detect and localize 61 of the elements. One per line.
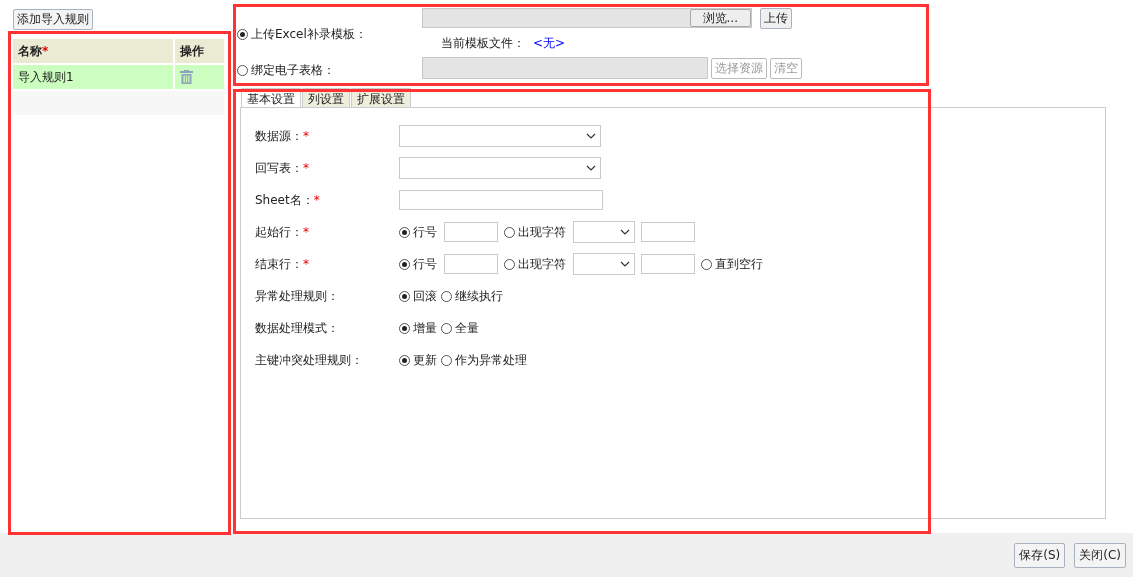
chevron-down-icon: [586, 133, 596, 139]
input-field[interactable]: [641, 222, 695, 242]
chevron-down-icon: [620, 261, 630, 267]
radio-label: 作为异常处理: [455, 351, 527, 369]
radio-button[interactable]: [701, 258, 712, 270]
input-field[interactable]: [444, 254, 498, 274]
field-label: 结束行：: [255, 256, 303, 271]
input-field[interactable]: [399, 190, 603, 210]
radio-button[interactable]: [504, 258, 515, 270]
resource-field[interactable]: [422, 57, 708, 79]
footer-button[interactable]: 关闭(C): [1074, 542, 1126, 568]
radio-button[interactable]: [399, 354, 410, 366]
required-mark: *: [303, 160, 309, 175]
radio-button[interactable]: [399, 258, 410, 270]
radio-button[interactable]: [441, 354, 452, 366]
table-cell[interactable]: 导入规则1: [13, 65, 175, 89]
input-field[interactable]: [641, 254, 695, 274]
required-mark: *: [303, 128, 309, 143]
browse-button[interactable]: 浏览...: [689, 9, 751, 27]
radio-label: 绑定电子表格：: [251, 62, 335, 79]
file-link[interactable]: <无>: [533, 34, 566, 52]
radio-label: 更新: [413, 351, 437, 369]
radio-button[interactable]: [399, 322, 410, 334]
field-label: 数据源：: [255, 128, 303, 143]
radio-label: 直到空行: [715, 255, 763, 273]
radio-button[interactable]: [399, 290, 410, 302]
radio-label: 全量: [455, 319, 479, 337]
add-rule-button[interactable]: 添加导入规则: [13, 9, 93, 30]
chevron-down-icon: [586, 165, 596, 171]
column-header: 操作: [180, 42, 204, 60]
required-mark: *: [303, 224, 309, 239]
radio-label: 回滚: [413, 287, 437, 305]
input-field[interactable]: [444, 222, 498, 242]
radio-label: 增量: [413, 319, 437, 337]
radio-label: 行号: [413, 223, 437, 241]
required-mark: *: [303, 256, 309, 271]
file-field[interactable]: 浏览...: [422, 8, 752, 28]
required-mark: *: [42, 44, 49, 58]
radio-button[interactable]: [237, 28, 248, 40]
field-label: Sheet名：: [255, 192, 314, 207]
upload-button[interactable]: 上传: [760, 7, 792, 29]
field-label: 回写表：: [255, 160, 303, 175]
radio-label: 上传Excel补录模板：: [251, 25, 367, 43]
radio-label: 出现字符: [518, 223, 566, 241]
radio-button[interactable]: [399, 226, 410, 238]
column-header: 名称: [18, 42, 42, 60]
chevron-down-icon: [620, 229, 630, 235]
radio-button[interactable]: [237, 65, 248, 76]
radio-button[interactable]: [441, 290, 452, 302]
field-label: 异常处理规则：: [255, 288, 339, 303]
radio-button[interactable]: [504, 226, 515, 238]
radio-label: 行号: [413, 255, 437, 273]
required-mark: *: [313, 192, 320, 207]
current-file-label: 当前模板文件：: [441, 34, 525, 52]
field-label: 数据处理模式：: [255, 320, 339, 335]
radio-label: 继续执行: [455, 287, 503, 305]
field-label: 主键冲突处理规则：: [255, 352, 363, 367]
radio-label: 出现字符: [518, 255, 566, 273]
footer-button[interactable]: 保存(S): [1014, 542, 1066, 568]
radio-button[interactable]: [441, 322, 452, 334]
field-label: 起始行：: [255, 224, 303, 239]
